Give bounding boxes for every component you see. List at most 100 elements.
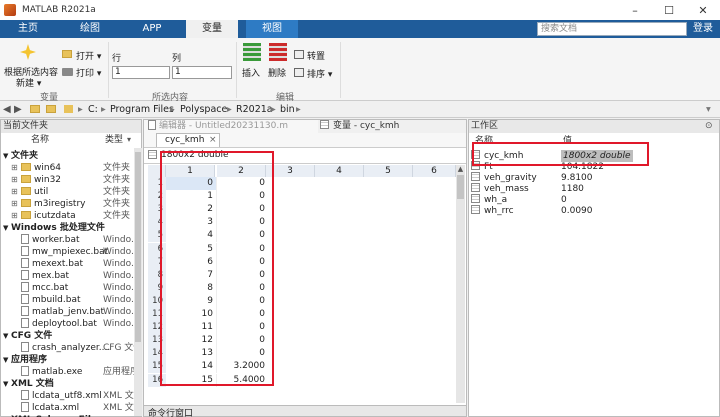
search-docs-input[interactable]: 搜索文档 [537,22,687,36]
expand-icon[interactable]: ⊞ [11,210,21,222]
editor-tab[interactable]: 编辑器 - Untitled20231130.m [146,120,316,133]
current-folder-title: 当前文件夹 [1,120,141,133]
path-dropdown-icon[interactable]: ▾ [706,104,711,115]
path-drive[interactable]: C: [88,104,98,115]
back-arrow-icon[interactable]: ◀ [3,104,11,115]
scrollbar-thumb[interactable] [135,152,141,342]
browse-folder-icon[interactable] [30,105,40,113]
list-item[interactable]: matlab_jenv.bat Windo... [11,306,140,318]
workspace-variable-row[interactable]: wh_rrc 0.0090 [471,205,717,217]
current-folder-scrollbar[interactable] [134,148,142,416]
insert-button[interactable]: 插入 [242,66,260,79]
close-tab-icon[interactable]: × [209,135,217,145]
list-item[interactable]: ⊞ util 文件夹 [11,186,133,198]
file-name: mexext.bat [32,259,84,269]
column-header[interactable]: 4 [315,165,364,177]
scroll-up-icon[interactable]: ▲ [456,165,465,174]
transpose-button[interactable]: 转置 [307,49,325,62]
print-icon [62,68,73,76]
path-crumb[interactable]: bin [280,104,295,115]
command-window-header[interactable]: 命令行窗口 [143,405,467,417]
close-button[interactable]: ✕ [686,0,720,20]
list-item[interactable]: mex.bat Windo... [11,270,140,282]
file-name: lcdata.xml [32,403,80,413]
grid-vertical-scrollbar[interactable]: ▲ [456,165,465,403]
list-item[interactable]: lcdata.xml XML 文档 [11,402,143,414]
maximize-button[interactable]: ☐ [652,0,686,20]
file-name: matlab.exe [32,367,83,377]
list-item[interactable]: deploytool.bat Windo... [11,318,140,330]
tab-home[interactable]: 主页 [8,20,48,38]
list-item[interactable]: ⊞ win64 文件夹 [11,162,133,174]
workspace-variable-value: 0.0090 [561,206,593,216]
open-button[interactable]: 打开 ▾ [76,49,101,62]
row-input[interactable]: 1 [112,66,170,79]
expand-icon[interactable]: ⊞ [11,174,21,186]
path-separator: ▸ [271,104,276,115]
list-item[interactable]: ⊞ m3iregistry 文件夹 [11,198,133,210]
collapse-icon[interactable]: ▼ [3,222,8,234]
folder-group-header[interactable]: CFG 文件 [11,330,52,342]
collapse-icon[interactable]: ▼ [3,354,8,366]
delete-button[interactable]: 删除 [268,66,286,79]
file-name: mex.bat [32,271,70,281]
column-header[interactable]: 6 [413,165,456,177]
tab-plots[interactable]: 绘图 [70,20,110,38]
tab-apps[interactable]: APP [132,20,172,38]
list-item[interactable]: lcdata_utf8.xml XML 文档 [11,390,143,402]
folder-group-header[interactable]: Windows 批处理文件 [11,222,105,234]
list-item[interactable]: mw_mpiexec.bat Windo... [11,246,140,258]
variable-doc-tab[interactable]: cyc_kmh × [156,133,220,148]
variable-icon [471,172,480,181]
file-icon [21,390,29,400]
tab-view[interactable]: 视图 [246,20,298,38]
new-from-selection-dropdown[interactable]: 新建 ▾ [16,76,41,89]
path-crumb[interactable]: Polyspace [180,104,227,115]
ribbon-tabbar: 主页 绘图 APP 变量 视图 搜索文档 登录 [0,20,720,38]
col-name-header[interactable]: 名称 [29,134,49,147]
column-header[interactable]: 5 [364,165,413,177]
insert-icon [243,43,261,61]
col-type-header[interactable]: 类型 [103,134,123,147]
file-icon [21,234,29,244]
folder-group-header[interactable]: 应用程序 [11,354,47,366]
list-item[interactable]: ⊞ icutzdata 文件夹 [11,210,133,222]
forward-arrow-icon[interactable]: ▶ [14,104,22,115]
file-name: deploytool.bat [32,319,97,329]
matlab-logo-icon [4,4,16,16]
expand-icon[interactable]: ⊞ [11,198,21,210]
login-link[interactable]: 登录 [693,20,713,38]
editor-tab-label: 编辑器 - Untitled20231130.m [159,121,289,131]
scrollbar-thumb[interactable] [457,175,464,199]
collapse-icon[interactable]: ▼ [3,330,8,342]
highlight-box-workspace [472,142,649,166]
list-item[interactable]: matlab.exe 应用程序 [11,366,139,378]
list-item[interactable]: ⊞ win32 文件夹 [11,174,133,186]
tab-variable[interactable]: 变量 [186,20,238,38]
expand-icon[interactable]: ⊞ [11,162,21,174]
minimize-button[interactable]: – [618,0,652,20]
workspace-menu-icon[interactable]: ⊙ [705,121,713,131]
list-item[interactable]: crash_analyzer.... CFG 文件 [11,342,142,354]
list-item[interactable]: worker.bat Windo... [11,234,140,246]
variable-tab[interactable]: 变量 - cyc_kmh [318,120,466,133]
collapse-icon[interactable]: ▼ [3,150,8,162]
path-crumb[interactable]: Program Files [110,104,174,115]
folder-icon [21,199,31,207]
file-name: lcdata_utf8.xml [32,391,102,401]
folder-icon [21,187,31,195]
folder-group-header[interactable]: XML 文档 [11,378,54,390]
up-folder-icon[interactable] [46,105,56,113]
expand-icon[interactable]: ⊞ [11,186,21,198]
sort-indicator-icon[interactable]: ▾ [127,135,131,144]
path-crumb[interactable]: R2021a [236,104,273,115]
sort-button[interactable]: 排序 ▾ [307,67,332,80]
list-item[interactable]: mbuild.bat Windo... [11,294,140,306]
list-item[interactable]: mcc.bat Windo... [11,282,140,294]
folder-group-header[interactable]: 文件夹 [11,150,38,162]
list-item[interactable]: mexext.bat Windo... [11,258,140,270]
print-button[interactable]: 打印 ▾ [76,66,101,79]
col-input[interactable]: 1 [172,66,232,79]
collapse-icon[interactable]: ▼ [3,378,8,390]
file-name: icutzdata [34,211,76,221]
